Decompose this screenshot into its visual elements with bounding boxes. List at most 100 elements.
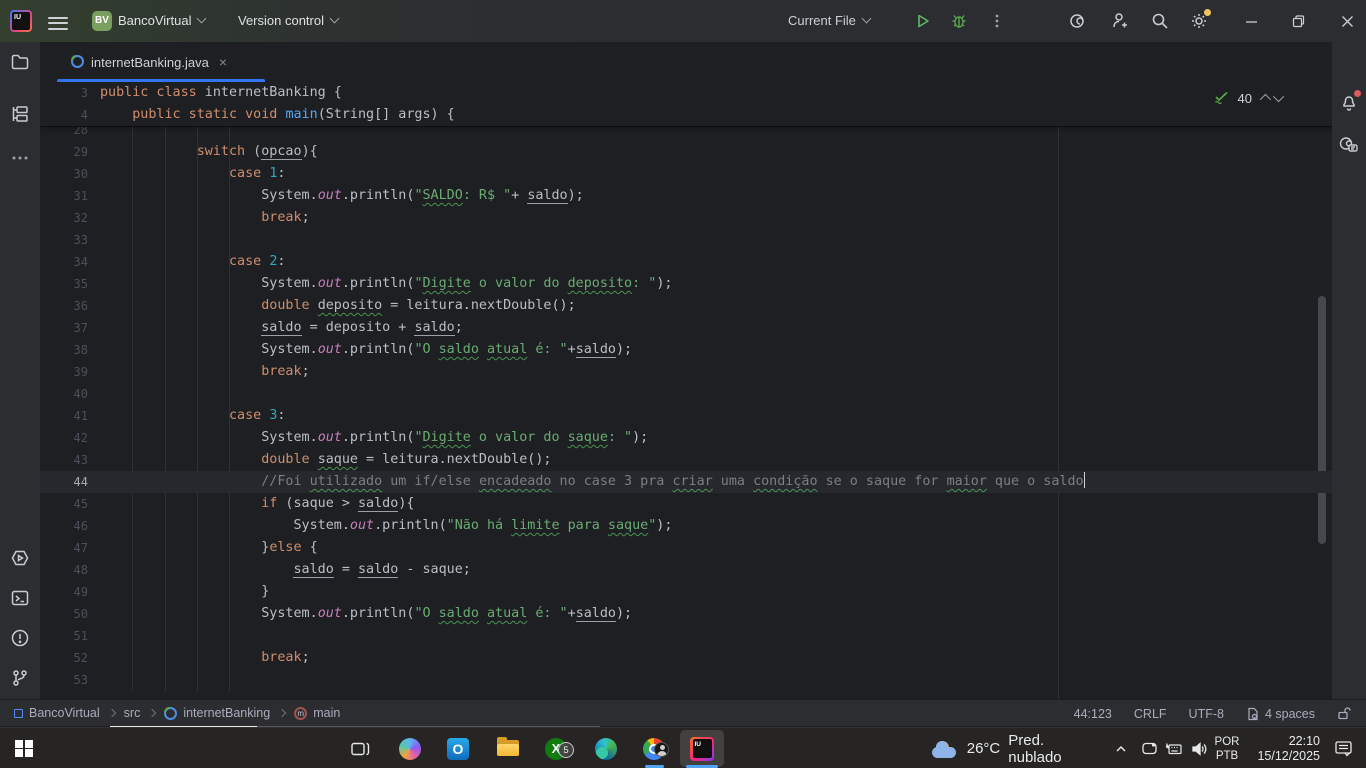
project-folder-icon[interactable] xyxy=(10,52,30,77)
code-text: break; xyxy=(261,210,310,225)
clock-widget[interactable]: 22:10 15/12/2025 xyxy=(1248,728,1322,768)
code-line-41[interactable]: 41 case 3: xyxy=(40,405,1332,427)
code-line-48[interactable]: 48 saldo = saldo - saque; xyxy=(40,559,1332,581)
speaker-icon[interactable] xyxy=(1186,728,1212,768)
code-line-4[interactable]: 4 public static void main(String[] args)… xyxy=(40,104,1332,126)
code-line-38[interactable]: 38 System.out.println("O saldo atual é: … xyxy=(40,339,1332,361)
touch-keyboard-icon[interactable] xyxy=(1161,728,1187,768)
outlook-icon[interactable]: O xyxy=(440,728,476,768)
code-line-32[interactable]: 32 break; xyxy=(40,207,1332,229)
notification-center-icon[interactable] xyxy=(1326,728,1360,768)
vcs-label: Version control xyxy=(238,13,324,28)
settings-badge xyxy=(1204,9,1211,16)
tab-internetbanking[interactable]: internetBanking.java × xyxy=(57,42,237,82)
code-line-42[interactable]: 42 System.out.println("Digite o valor do… xyxy=(40,427,1332,449)
run-icon[interactable] xyxy=(914,12,932,30)
task-view-icon[interactable] xyxy=(342,728,378,768)
code-line-39[interactable]: 39 break; xyxy=(40,361,1332,383)
inspections-widget[interactable]: 40 xyxy=(1214,85,1285,111)
line-number: 34 xyxy=(73,255,88,269)
start-icon[interactable] xyxy=(6,728,42,768)
breadcrumb-project[interactable]: BancoVirtual xyxy=(14,706,100,720)
unlock-icon[interactable] xyxy=(1337,706,1352,721)
line-number: 53 xyxy=(73,673,88,687)
vcs-widget[interactable]: Version control xyxy=(238,0,340,42)
run-configuration-selector[interactable]: Current File xyxy=(788,0,872,42)
code-editor[interactable]: 28 29 switch (opcao){30 case 1: 31 System.… xyxy=(40,82,1332,699)
code-line-49[interactable]: 49 } xyxy=(40,581,1332,603)
code-text: public class internetBanking { xyxy=(100,85,342,100)
chevron-up-icon[interactable] xyxy=(1108,728,1134,768)
terminal-icon[interactable] xyxy=(10,588,30,613)
line-separator[interactable]: CRLF xyxy=(1134,707,1167,721)
code-line-51[interactable]: 51 xyxy=(40,625,1332,647)
more-vertical-icon[interactable] xyxy=(988,12,1006,30)
more-tools-icon[interactable] xyxy=(10,148,30,173)
line-number: 41 xyxy=(73,409,88,423)
language-code: POR xyxy=(1214,735,1240,748)
code-line-36[interactable]: 36 double deposito = leitura.nextDouble(… xyxy=(40,295,1332,317)
tray-app-icon[interactable] xyxy=(1136,728,1162,768)
line-number: 29 xyxy=(73,145,88,159)
close-icon[interactable] xyxy=(1328,0,1366,42)
git-branch-icon[interactable] xyxy=(10,668,30,693)
code-with-me-icon[interactable] xyxy=(1110,11,1130,31)
code-line-45[interactable]: 45 if (saque > saldo){ xyxy=(40,493,1332,515)
caret-position[interactable]: 44:123 xyxy=(1074,707,1112,721)
language-indicator[interactable]: POR PTB xyxy=(1210,728,1244,768)
ai-chat-icon[interactable] xyxy=(1339,134,1359,159)
ai-assistant-icon[interactable] xyxy=(1070,11,1090,31)
breadcrumb-src[interactable]: src xyxy=(124,706,141,720)
search-icon[interactable] xyxy=(1150,11,1170,31)
line-number: 39 xyxy=(73,365,88,379)
chrome-icon[interactable] xyxy=(636,728,672,768)
minimize-icon[interactable] xyxy=(1234,0,1268,42)
line-number: 40 xyxy=(73,387,88,401)
restore-icon[interactable] xyxy=(1281,0,1315,42)
code-line-47[interactable]: 47 }else { xyxy=(40,537,1332,559)
problems-icon[interactable] xyxy=(10,628,30,653)
line-number: 50 xyxy=(73,607,88,621)
line-number: 42 xyxy=(73,431,88,445)
structure-icon[interactable] xyxy=(10,104,30,129)
code-line-30[interactable]: 30 case 1: xyxy=(40,163,1332,185)
debug-icon[interactable] xyxy=(950,12,968,30)
project-widget[interactable]: BancoVirtual xyxy=(118,0,207,42)
method-icon: m xyxy=(294,706,308,720)
code-line-53[interactable]: 53 xyxy=(40,669,1332,691)
code-line-44[interactable]: 44 //Foi utilizado um if/else encadeado … xyxy=(40,471,1332,493)
code-line-31[interactable]: 31 System.out.println("SALDO: R$ "+ sald… xyxy=(40,185,1332,207)
copilot-icon[interactable] xyxy=(392,728,428,768)
code-line-40[interactable]: 40 xyxy=(40,383,1332,405)
run-toolwindow-icon[interactable] xyxy=(10,548,30,573)
breadcrumb-class[interactable]: internetBanking xyxy=(164,706,270,720)
code-line-33[interactable]: 33 xyxy=(40,229,1332,251)
notifications-bell-icon[interactable] xyxy=(1339,90,1361,117)
code-text: System.out.println("Digite o valor do sa… xyxy=(261,430,649,445)
code-line-34[interactable]: 34 case 2: xyxy=(40,251,1332,273)
next-problem-icon[interactable] xyxy=(1272,90,1285,103)
code-line-43[interactable]: 43 double saque = leitura.nextDouble(); xyxy=(40,449,1332,471)
code-line-3[interactable]: 3 public class internetBanking { xyxy=(40,82,1332,104)
breadcrumb-chevron-icon xyxy=(277,708,287,718)
indent-setting[interactable]: 4 spaces xyxy=(1246,707,1315,721)
code-line-29[interactable]: 29 switch (opcao){ xyxy=(40,141,1332,163)
edge-icon[interactable] xyxy=(588,728,624,768)
tab-close-icon[interactable]: × xyxy=(219,54,227,70)
project-avatar[interactable]: BV xyxy=(92,11,112,31)
code-line-35[interactable]: 35 System.out.println("Digite o valor do… xyxy=(40,273,1332,295)
weather-widget[interactable]: 26°C Pred. nublado xyxy=(928,728,1098,768)
code-line-52[interactable]: 52 break; xyxy=(40,647,1332,669)
keyboard-layout: PTB xyxy=(1215,749,1239,762)
code-line-50[interactable]: 50 System.out.println("O saldo atual é: … xyxy=(40,603,1332,625)
run-config-label: Current File xyxy=(788,13,856,28)
file-encoding[interactable]: UTF-8 xyxy=(1189,707,1224,721)
intellij-taskbar-icon[interactable]: IU xyxy=(680,730,724,767)
xbox-icon[interactable]: X 5 xyxy=(538,728,574,768)
code-line-37[interactable]: 37 saldo = deposito + saldo; xyxy=(40,317,1332,339)
prev-problem-icon[interactable] xyxy=(1259,93,1272,106)
breadcrumb-method[interactable]: m main xyxy=(294,706,340,720)
menu-icon[interactable] xyxy=(48,13,68,30)
code-line-46[interactable]: 46 System.out.println("Não há limite par… xyxy=(40,515,1332,537)
file-explorer-icon[interactable] xyxy=(490,728,526,768)
